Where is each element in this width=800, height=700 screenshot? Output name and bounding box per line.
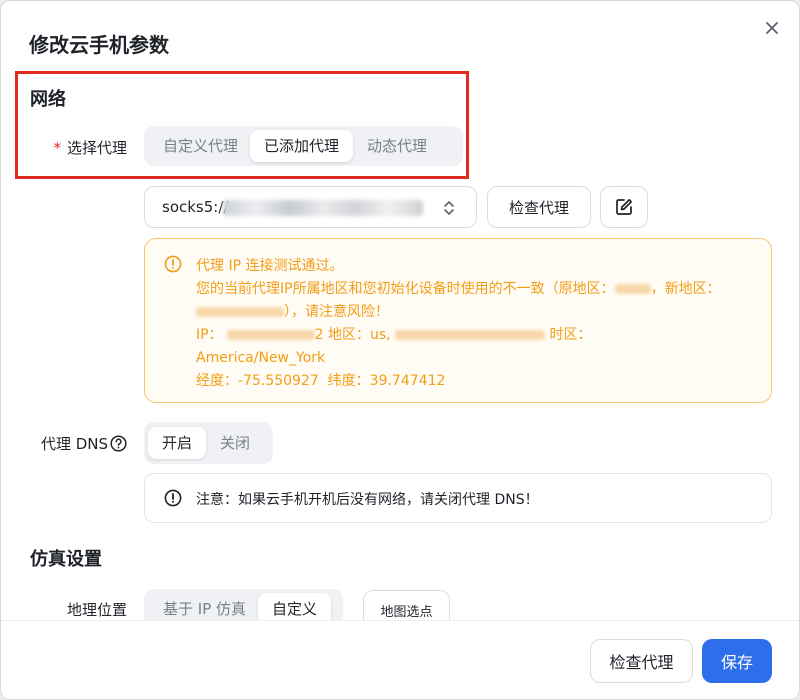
dns-off-option[interactable]: 关闭 [206,427,264,459]
info-icon [164,489,182,507]
proxy-dns-segmented: 开启 关闭 [144,422,273,464]
dns-note-text: 注意：如果云手机开机后没有网络，请关闭代理 DNS！ [196,492,539,508]
dns-note-box: 注意：如果云手机开机后没有网络，请关闭代理 DNS！ [144,473,772,523]
proxy-select-value: socks5:// [162,198,229,216]
proxy-warning-text: 代理 IP 连接测试通过。 您的当前代理IP所属地区和您初始化设备时使用的不一致… [196,255,756,393]
warning-line-ip: IP： 2 地区：us, 时区： [196,327,592,343]
dialog-title: 修改云手机参数 [29,33,169,57]
redacted-ip [226,330,315,340]
redacted-proxy-address [223,200,423,216]
info-warning-icon [164,255,182,273]
edit-proxy-button[interactable] [600,186,648,228]
close-icon [766,22,778,34]
redacted-city [395,330,546,340]
edit-icon [616,198,633,215]
redacted-old-region [614,284,651,294]
proxy-mode-dynamic[interactable]: 动态代理 [353,130,441,162]
dns-on-option[interactable]: 开启 [148,427,207,459]
save-button[interactable]: 保存 [702,639,772,683]
proxy-mode-added[interactable]: 已添加代理 [250,130,354,162]
warning-line-coords: 经度：-75.550927 纬度：39.747412 [196,373,446,389]
proxy-dns-label: 代理 DNS [31,433,127,454]
proxy-label: * 选择代理 [53,139,127,157]
edit-cloud-phone-dialog: 修改云手机参数 网络 * 选择代理 自定义代理 已添加代理 动态代理 socks5… [0,0,800,700]
warning-line-region: 您的当前代理IP所属地区和您初始化设备时使用的不一致（原地区： ，新地区： [196,281,721,297]
check-proxy-button[interactable]: 检查代理 [487,186,591,228]
warning-line-pass: 代理 IP 连接测试通过。 [196,258,344,274]
question-circle-icon[interactable] [110,435,127,452]
warning-line-risk: ），请注意风险！ [196,301,756,324]
footer-check-proxy-button[interactable]: 检查代理 [590,639,693,683]
proxy-warning-box: 代理 IP 连接测试通过。 您的当前代理IP所属地区和您初始化设备时使用的不一致… [144,238,772,403]
redacted-new-region [196,307,284,317]
proxy-mode-custom[interactable]: 自定义代理 [148,130,250,162]
chevron-up-down-icon [444,201,454,215]
simulation-section-title: 仿真设置 [30,549,102,570]
close-button[interactable] [759,15,785,41]
location-label: 地理位置 [66,601,127,619]
required-mark: * [53,139,61,157]
proxy-mode-segmented: 自定义代理 已添加代理 动态代理 [144,126,463,166]
network-section-title: 网络 [30,89,66,110]
proxy-select[interactable]: socks5:// [144,186,477,228]
warning-line-timezone: America/New_York [196,350,326,366]
